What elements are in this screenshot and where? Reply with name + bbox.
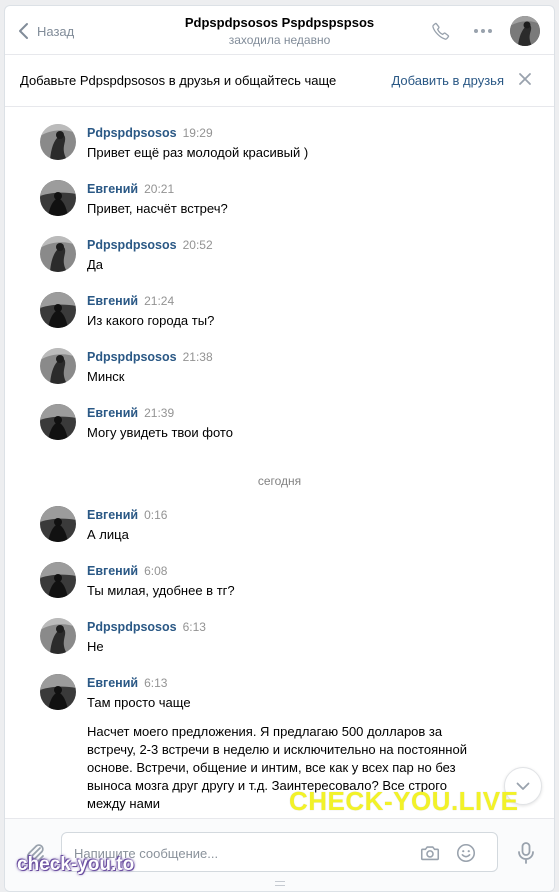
avatar-image	[40, 674, 76, 710]
message-text: Ты милая, удобнее в тг?	[87, 583, 235, 598]
message-text: Привет ещё раз молодой красивый )	[87, 145, 309, 160]
camera-icon[interactable]	[419, 842, 441, 864]
avatar[interactable]	[40, 180, 76, 216]
avatar[interactable]	[40, 348, 76, 384]
call-button[interactable]	[430, 20, 452, 42]
avatar-image	[510, 16, 540, 46]
message-author[interactable]: Pdpspdpsosos 20:52	[87, 238, 213, 252]
avatar-image	[40, 292, 76, 328]
avatar-image	[40, 404, 76, 440]
banner-text: Добавьте Pdpspdpsosos в друзья и общайте…	[20, 73, 337, 88]
date-separator: сегодня	[257, 474, 302, 488]
message-text: Привет, насчёт встреч?	[87, 201, 228, 216]
message-author[interactable]: Евгений 6:13	[87, 676, 167, 690]
message-text: Не	[87, 639, 104, 654]
message-author[interactable]: Pdpspdpsosos 6:13	[87, 620, 206, 634]
back-button[interactable]: Назад	[17, 21, 74, 41]
avatar-image	[40, 180, 76, 216]
message-time: 21:39	[144, 406, 175, 420]
avatar-image	[40, 506, 76, 542]
add-friend-link[interactable]: Добавить в друзья	[391, 73, 504, 88]
phone-icon	[432, 22, 450, 40]
avatar-image	[40, 124, 76, 160]
message-text: Минск	[87, 369, 125, 384]
message-author[interactable]: Евгений 6:08	[87, 564, 167, 578]
message-text: Да	[87, 257, 104, 272]
emoji-icon[interactable]	[455, 842, 477, 864]
add-friend-banner: Добавьте Pdpspdpsosos в друзья и общайте…	[5, 55, 554, 107]
close-icon[interactable]	[518, 72, 532, 86]
microphone-icon[interactable]	[516, 841, 536, 865]
message-text: А лица	[87, 527, 129, 542]
avatar-image	[40, 236, 76, 272]
more-button[interactable]	[472, 20, 494, 42]
message-time: 6:08	[144, 564, 168, 578]
message-time: 20:52	[182, 238, 213, 252]
message-time: 6:13	[182, 620, 206, 634]
avatar-image	[40, 348, 76, 384]
avatar[interactable]	[40, 506, 76, 542]
avatar[interactable]	[40, 404, 76, 440]
message-time: 21:24	[144, 294, 175, 308]
avatar-image	[40, 562, 76, 598]
message-time: 0:16	[144, 508, 168, 522]
message-time: 20:21	[144, 182, 175, 196]
avatar[interactable]	[510, 16, 540, 46]
avatar-image	[40, 618, 76, 654]
message-author[interactable]: Евгений 21:39	[87, 406, 174, 420]
avatar[interactable]	[40, 562, 76, 598]
back-label: Назад	[37, 23, 75, 39]
message-author[interactable]: Pdpspdpsosos 21:38	[87, 350, 213, 364]
chat-window: Назад Pdpspdpsosos Pspdpspspsos заходила…	[4, 5, 555, 892]
message-text: Могу увидеть твои фото	[87, 425, 233, 440]
watermark: CHECK-YOU.LIVE	[289, 786, 519, 816]
message-time: 19:29	[182, 126, 213, 140]
message-author[interactable]: Евгений 21:24	[87, 294, 174, 308]
message-author[interactable]: Евгений 0:16	[87, 508, 167, 522]
more-horizontal-icon	[474, 29, 492, 33]
avatar[interactable]	[40, 674, 76, 710]
message-author[interactable]: Pdpspdpsosos 19:29	[87, 126, 213, 140]
message-list[interactable]: Pdpspdpsosos 19:29 Привет ещё раз молодой…	[5, 107, 554, 817]
message-time: 6:13	[144, 676, 168, 690]
chat-title[interactable]: Pdpspdpsosos Pspdpspspsos	[185, 15, 374, 30]
message-time: 21:38	[182, 350, 213, 364]
message-text: Из какого города ты?	[87, 313, 215, 328]
avatar[interactable]	[40, 618, 76, 654]
corner-watermark: check-you.to	[17, 854, 135, 875]
message-author[interactable]: Евгений 20:21	[87, 182, 174, 196]
resize-handle[interactable]	[275, 881, 285, 886]
message-text: Там просто чаще	[87, 695, 191, 710]
chat-header: Назад Pdpspdpsosos Pspdpspspsos заходила…	[5, 6, 554, 55]
avatar[interactable]	[40, 124, 76, 160]
avatar[interactable]	[40, 236, 76, 272]
avatar[interactable]	[40, 292, 76, 328]
chevron-left-icon	[19, 23, 28, 39]
